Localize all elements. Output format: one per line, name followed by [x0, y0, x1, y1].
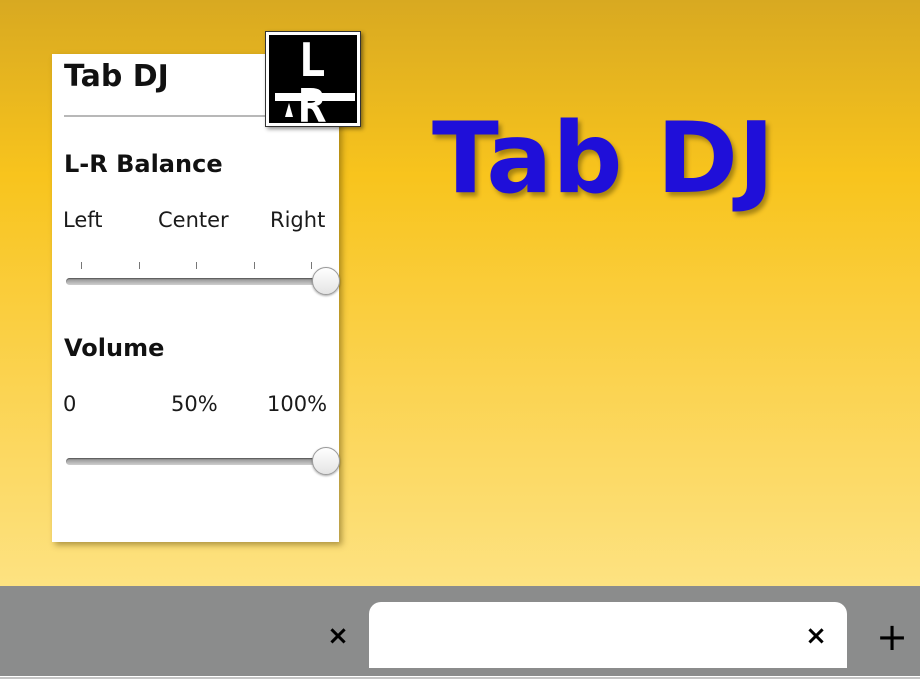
plus-icon[interactable]: + [872, 618, 912, 656]
balance-slider-thumb[interactable] [312, 267, 340, 295]
volume-scale-max: 100% [267, 392, 328, 416]
volume-slider-thumb[interactable] [312, 447, 340, 475]
tab-inactive[interactable]: × [0, 602, 364, 668]
balance-slider[interactable] [66, 265, 340, 297]
close-icon[interactable]: × [802, 622, 830, 650]
close-icon[interactable]: × [324, 622, 352, 650]
balance-scale-right: Right [270, 208, 326, 232]
balance-scale-left: Left [63, 208, 103, 232]
logo-background: L R [269, 35, 357, 129]
logo-balance-marker [285, 103, 293, 117]
volume-section-label: Volume [64, 334, 165, 362]
popup-title: Tab DJ [64, 59, 169, 94]
volume-scale-mid: 50% [171, 392, 218, 416]
lr-balance-logo-icon: L R [265, 31, 361, 129]
volume-scale-min: 0 [63, 392, 77, 416]
balance-slider-track[interactable] [66, 278, 326, 285]
balance-section-label: L-R Balance [64, 150, 223, 178]
tab-active[interactable]: × [369, 602, 847, 668]
page-hero-title: Tab DJ [432, 102, 775, 216]
logo-text: L R [298, 33, 328, 133]
bottom-divider [0, 677, 920, 679]
logo-balance-bar [275, 93, 355, 101]
browser-tab-bar: × × + [0, 586, 920, 680]
volume-slider-track[interactable] [66, 458, 326, 465]
balance-scale-center: Center [158, 208, 229, 232]
volume-slider[interactable] [66, 445, 340, 477]
